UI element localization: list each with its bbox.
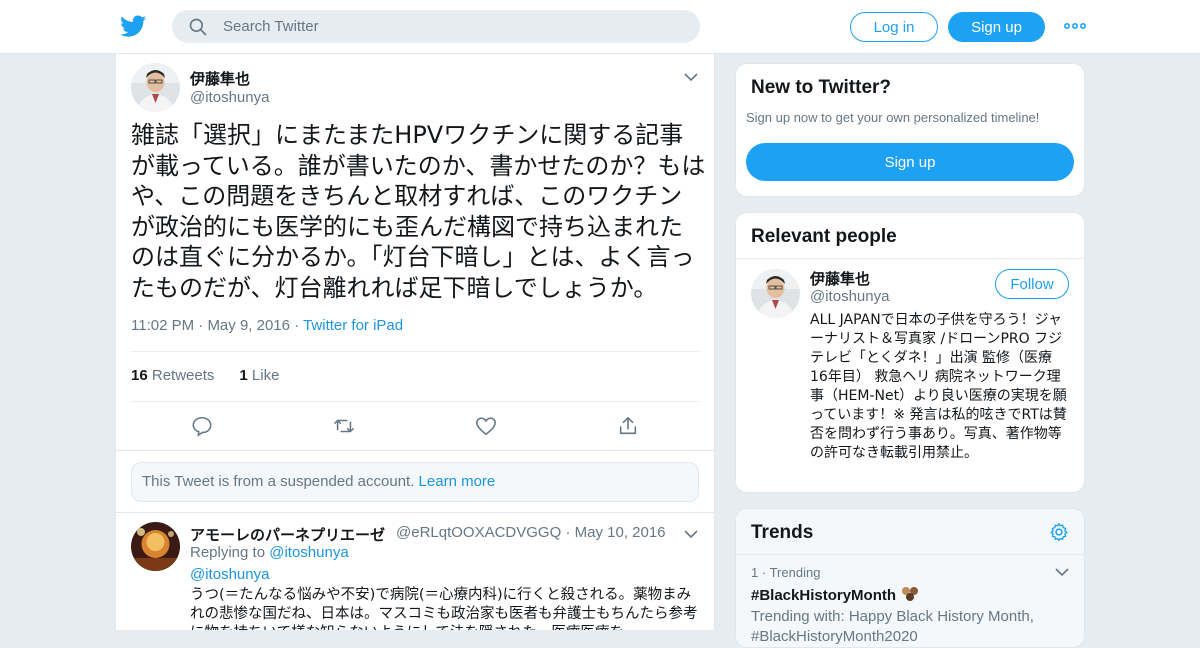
chevron-down-icon[interactable] [1055,568,1069,577]
more-icon[interactable] [1064,21,1086,31]
likes-count: 1 [239,367,248,384]
avatar[interactable] [751,269,800,318]
reply-author-name[interactable]: アモーレのパーネプリエーゼ [190,524,390,545]
tweet-date[interactable]: May 9, 2016 [207,317,290,334]
trend-item[interactable]: #BlackHistoryMonth [751,586,920,604]
chevron-down-icon[interactable] [684,73,698,82]
replying-to-label: Replying to [190,544,266,561]
meta-separator: · [565,524,571,541]
relevant-people-card: Relevant people 伊藤隼也 @itoshunya Follow A… [735,212,1085,493]
meta-separator: · [761,565,767,580]
new-to-twitter-card: New to Twitter? Sign up now to get your … [735,63,1085,197]
chevron-down-icon[interactable] [684,530,698,539]
divider [131,351,699,352]
login-button[interactable]: Log in [850,12,938,42]
divider [736,258,1084,259]
tweet-time[interactable]: 11:02 PM [131,317,194,334]
search-icon [189,18,207,35]
tweet-text: 雑誌「選択」にまたまたHPVワクチンに関する記事が載っている。誰が書いたのか、書… [131,121,706,302]
hashtag-emoji-icon [902,587,919,601]
person-bio: ALL JAPANで日本の子供を守ろう！ジャーナリスト＆写真家 /ドローンPRO… [810,312,1067,461]
relevant-people-title: Relevant people [751,226,897,247]
tweet-column: 伊藤隼也 @itoshunya 雑誌「選択」にまたまたHPVワクチンに関する記事… [115,54,715,630]
suspended-notice: This Tweet is from a suspended account. … [131,462,699,502]
search-input[interactable] [223,18,683,35]
divider [116,512,714,513]
trend-rank-label: Trending [769,565,821,580]
trends-title: Trends [751,522,814,543]
suspended-text: This Tweet is from a suspended account. [142,473,415,490]
trend-hashtag: #BlackHistoryMonth [751,587,897,604]
divider [736,554,1084,555]
retweets-label: Retweets [151,367,215,384]
settings-icon[interactable] [1049,522,1069,542]
retweet-icon[interactable] [333,415,355,437]
retweets-count: 16 [131,367,148,384]
search-bar[interactable] [172,10,700,43]
signup-button[interactable]: Sign up [948,12,1045,42]
divider [116,450,714,451]
reply-date[interactable]: May 10, 2016 [575,524,666,541]
tweet-author-handle[interactable]: @itoshunya [190,89,269,106]
tweet-stats: 16 Retweets 1 Like [131,367,279,384]
tweet-timestamp: 11:02 PM · May 9, 2016 · Twitter for iPa… [131,317,403,334]
learn-more-link[interactable]: Learn more [419,473,496,490]
avatar[interactable] [131,63,180,112]
reply-text: うつ(＝たんなる悩みや不安)で病院(＝心療内科)に行くと殺される。薬物まみれの悲… [190,587,698,630]
trend-rank-number: 1 [751,565,759,580]
person-handle[interactable]: @itoshunya [810,288,889,305]
divider [131,401,699,402]
likes-stat[interactable]: 1 Like [239,367,279,384]
person-name[interactable]: 伊藤隼也 [810,268,870,289]
replying-to: Replying to @itoshunya [190,544,349,561]
meta-separator: · [198,317,204,334]
reply-mention[interactable]: @itoshunya [190,566,269,583]
tweet-source-link[interactable]: Twitter for iPad [303,317,403,334]
new-to-twitter-subtitle: Sign up now to get your own personalized… [746,110,1040,125]
like-icon[interactable] [475,415,497,437]
trends-card: Trends 1 · Trending #BlackHistoryMonth T… [735,508,1085,648]
twitter-bird-icon[interactable] [120,13,147,39]
new-to-twitter-title: New to Twitter? [751,77,892,98]
avatar[interactable] [131,522,180,571]
reply-meta: @eRLqtOOXACDVGGQ · May 10, 2016 [396,524,666,541]
share-icon[interactable] [617,415,639,437]
tweet-author-name[interactable]: 伊藤隼也 [190,68,250,89]
reply-author-handle[interactable]: @eRLqtOOXACDVGGQ [396,524,561,541]
trend-rank: 1 · Trending [751,565,820,580]
follow-button[interactable]: Follow [995,269,1069,299]
reply-icon[interactable] [191,415,213,437]
replying-to-handle[interactable]: @itoshunya [269,544,348,561]
likes-label: Like [251,367,280,384]
top-navigation-bar: Log in Sign up [0,0,1200,54]
meta-separator: · [294,317,300,334]
sidebar-signup-button[interactable]: Sign up [746,143,1074,181]
trend-trending-with: Trending with: Happy Black History Month… [751,608,1034,645]
retweets-stat[interactable]: 16 Retweets [131,367,214,384]
